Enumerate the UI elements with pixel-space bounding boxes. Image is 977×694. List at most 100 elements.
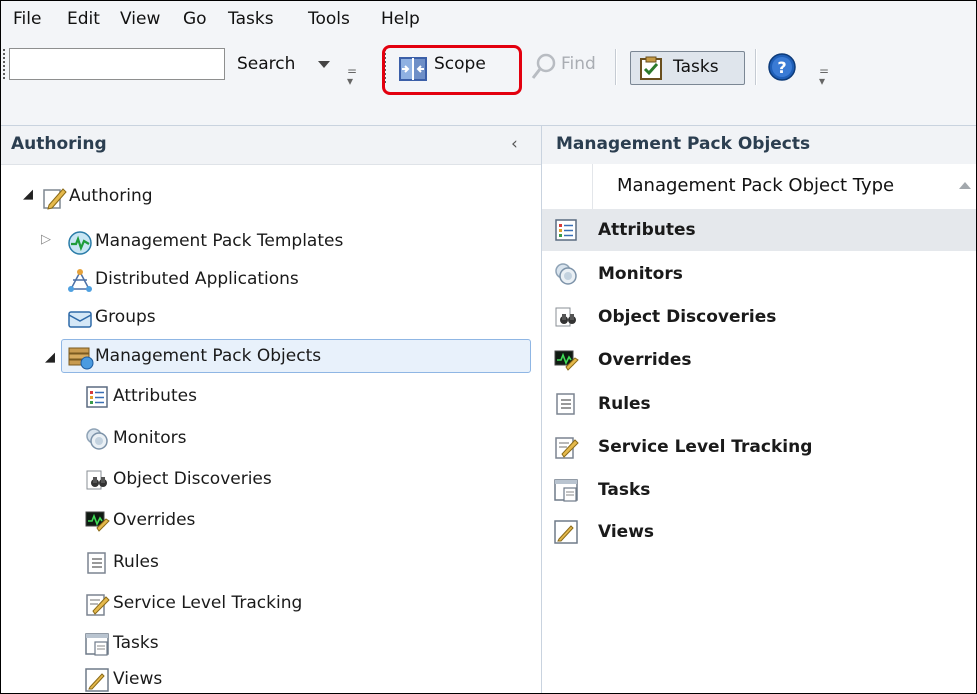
- menu-view[interactable]: View: [120, 9, 160, 29]
- groups-icon: [67, 306, 92, 328]
- help-icon[interactable]: ?: [767, 52, 797, 86]
- tree-item-object-discoveries[interactable]: Object Discoveries: [85, 464, 272, 494]
- tree-item-authoring[interactable]: Authoring: [41, 181, 153, 211]
- monitors-icon: [554, 262, 577, 285]
- list-item-views[interactable]: Views: [542, 511, 976, 553]
- object-discoveries-icon: [85, 468, 107, 490]
- list-item-label: Object Discoveries: [598, 307, 777, 327]
- list-item-label: Tasks: [598, 480, 651, 500]
- column-header-object-type[interactable]: Management Pack Object Type: [592, 164, 976, 209]
- column-header-label: Management Pack Object Type: [617, 175, 895, 196]
- list-item-label: Monitors: [598, 264, 683, 284]
- expand-authoring-icon[interactable]: ◢: [23, 187, 33, 202]
- menu-bar: File Edit View Go Tasks Tools Help: [1, 1, 976, 39]
- tree-label: Monitors: [113, 428, 187, 448]
- menu-edit[interactable]: Edit: [67, 9, 100, 29]
- list-item-label: Views: [598, 522, 655, 542]
- template-icon: [67, 230, 92, 255]
- rules-icon: [85, 551, 107, 574]
- menu-go[interactable]: Go: [183, 9, 207, 29]
- tree-label: Object Discoveries: [113, 469, 272, 489]
- menu-tools[interactable]: Tools: [308, 9, 350, 29]
- svg-text:?: ?: [777, 58, 786, 77]
- list-item-overrides[interactable]: Overrides: [542, 339, 976, 381]
- tree-label: Distributed Applications: [95, 269, 299, 289]
- tasks-node-icon: [85, 632, 109, 656]
- list-item-attributes[interactable]: Attributes: [542, 209, 976, 251]
- distributed-application-icon: [67, 268, 92, 292]
- menu-help[interactable]: Help: [381, 9, 420, 29]
- authoring-icon: [41, 185, 67, 210]
- overrides-icon: [85, 509, 110, 532]
- sort-ascending-icon: [959, 182, 971, 189]
- overrides-icon: [554, 348, 579, 371]
- list-item-label: Service Level Tracking: [598, 437, 813, 457]
- views-icon: [554, 520, 578, 544]
- tree-label: Authoring: [69, 186, 153, 206]
- results-pane: Management Pack Objects Management Pack …: [542, 126, 976, 693]
- tree-item-overrides[interactable]: Overrides: [85, 505, 195, 535]
- expand-mp-objects-icon[interactable]: ◢: [45, 350, 55, 365]
- tree-item-monitors[interactable]: Monitors: [85, 423, 186, 453]
- views-icon: [85, 668, 109, 692]
- tree-label: Management Pack Templates: [95, 231, 344, 251]
- menu-tasks[interactable]: Tasks: [228, 9, 274, 29]
- tree-item-management-pack-objects[interactable]: Management Pack Objects: [67, 341, 321, 371]
- toolbar-separator: [615, 49, 617, 85]
- management-pack-objects-icon: [67, 345, 94, 370]
- list-item-tasks[interactable]: Tasks: [542, 469, 976, 511]
- tree-label: Rules: [113, 552, 159, 572]
- tree-item-views[interactable]: Views: [85, 664, 163, 693]
- toolbar: Search = ▾ Scope Find Tasks ? = ▾: [1, 39, 976, 126]
- tree-label: Overrides: [113, 510, 196, 530]
- column-header-row: Management Pack Object Type: [542, 164, 976, 210]
- search-dropdown-icon[interactable]: [318, 61, 330, 68]
- tree-label: Views: [113, 669, 163, 689]
- service-level-tracking-icon: [85, 592, 110, 616]
- search-button[interactable]: Search: [237, 54, 295, 74]
- navigation-title: Authoring: [11, 134, 107, 154]
- results-header: Management Pack Objects: [542, 126, 976, 165]
- expand-templates-icon[interactable]: ▷: [41, 232, 51, 247]
- tree-item-management-pack-templates[interactable]: Management Pack Templates: [67, 226, 343, 256]
- list-item-monitors[interactable]: Monitors: [542, 253, 976, 295]
- list-item-rules[interactable]: Rules: [542, 383, 976, 425]
- toolbar-grip[interactable]: [3, 49, 8, 79]
- search-input[interactable]: [9, 48, 225, 80]
- overflow-icon-2[interactable]: = ▾: [819, 65, 829, 87]
- rules-icon: [554, 392, 576, 415]
- list-item-label: Rules: [598, 394, 651, 414]
- tasks-node-icon: [554, 478, 578, 502]
- tree-item-rules[interactable]: Rules: [85, 547, 159, 577]
- tree-label: Management Pack Objects: [95, 346, 322, 366]
- menu-file[interactable]: File: [13, 9, 41, 29]
- find-button[interactable]: Find: [561, 54, 596, 74]
- tree-item-attributes[interactable]: Attributes: [85, 381, 197, 411]
- overflow-icon[interactable]: = ▾: [347, 65, 357, 87]
- tree-item-distributed-applications[interactable]: Distributed Applications: [67, 264, 299, 294]
- tasks-button[interactable]: Tasks: [630, 51, 745, 85]
- tree-item-groups[interactable]: Groups: [67, 302, 156, 332]
- toolbar-separator-2: [755, 49, 757, 85]
- list-item-label: Overrides: [598, 350, 692, 370]
- tree-label: Tasks: [113, 633, 159, 653]
- scope-highlight: [382, 45, 522, 95]
- list-item-service-level-tracking[interactable]: Service Level Tracking: [542, 426, 976, 468]
- attributes-icon: [85, 385, 108, 408]
- tree-item-tasks[interactable]: Tasks: [85, 628, 159, 658]
- monitors-icon: [85, 427, 108, 450]
- collapse-pane-icon[interactable]: ‹: [511, 134, 518, 154]
- navigation-pane: Authoring ‹ ◢ Authoring ▷ Management Pac…: [1, 126, 542, 693]
- tasks-icon: [638, 56, 664, 86]
- list-item-label: Attributes: [598, 220, 696, 240]
- tree-label: Attributes: [113, 386, 197, 406]
- tree-item-service-level-tracking[interactable]: Service Level Tracking: [85, 588, 302, 618]
- navigation-header: Authoring ‹: [1, 126, 541, 165]
- object-discoveries-icon: [554, 305, 576, 327]
- results-title: Management Pack Objects: [556, 134, 811, 154]
- attributes-icon: [554, 218, 577, 241]
- tree-label: Service Level Tracking: [113, 593, 303, 613]
- tasks-label: Tasks: [673, 57, 719, 77]
- list-item-object-discoveries[interactable]: Object Discoveries: [542, 296, 976, 338]
- service-level-tracking-icon: [554, 435, 579, 459]
